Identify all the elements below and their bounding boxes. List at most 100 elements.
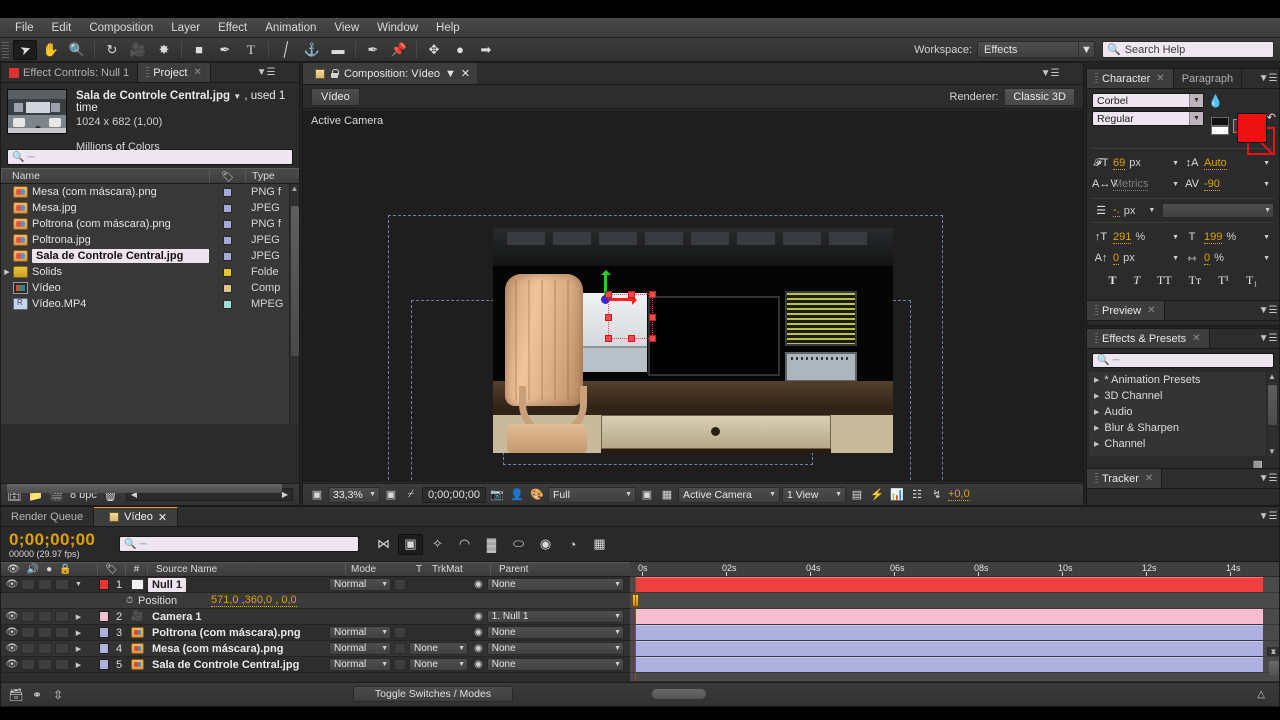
preserve-transparency-switch[interactable] — [391, 659, 409, 670]
disclosure-icon[interactable]: ▶ — [1094, 440, 1099, 448]
menu-edit[interactable]: Edit — [43, 20, 81, 36]
tsume-field[interactable]: ⇿ 0 % ▼ — [1183, 252, 1274, 265]
lock-switch[interactable] — [55, 611, 69, 622]
timeline-ruler[interactable]: 0s 02s 04s 06s 08s 10s 12s 14s — [630, 562, 1279, 577]
current-timecode[interactable]: 0;00;00;00 — [9, 530, 119, 550]
scroll-up-icon[interactable]: ▲ — [1267, 372, 1277, 381]
live-update-icon[interactable]: ⋈ — [371, 534, 396, 555]
chevron-down-icon[interactable]: ▼ — [1263, 255, 1274, 262]
puppet-pin-tool[interactable]: 📌 — [387, 40, 411, 60]
label-swatch[interactable] — [209, 299, 245, 309]
menu-composition[interactable]: Composition — [80, 20, 162, 36]
preview-panel-menu[interactable]: ▼☰ — [1257, 301, 1279, 320]
project-list-item[interactable]: ▶ Solids Folde — [1, 264, 299, 280]
pixel-aspect-icon[interactable]: ▤ — [848, 486, 866, 503]
current-time-indicator[interactable] — [635, 577, 636, 681]
vertical-scale-value[interactable]: 291 — [1113, 231, 1132, 244]
pen-tool[interactable]: ✒ — [213, 40, 237, 60]
brainstorm-icon[interactable]: ⬭ — [506, 534, 531, 555]
parent-select[interactable]: 1. Null 1 ▼ — [486, 610, 624, 623]
tracking-field[interactable]: AV -90 ▼ — [1183, 178, 1274, 191]
lock-icon[interactable] — [330, 68, 339, 79]
comp-family-icon[interactable]: 🗃 — [8, 688, 24, 702]
show-snapshot-icon[interactable]: 👤 — [508, 486, 526, 503]
chevron-down-icon[interactable]: ▼ — [1172, 234, 1183, 241]
scroll-thumb[interactable] — [7, 484, 282, 493]
project-vscrollbar[interactable]: ▲ — [289, 184, 299, 424]
kerning-value[interactable]: Metrics — [1113, 178, 1149, 191]
preserve-transparency-switch[interactable] — [391, 627, 409, 638]
horizontal-scale-value[interactable]: 199 — [1204, 231, 1223, 244]
shape-tool[interactable]: ■ — [187, 40, 211, 60]
swap-colors-icon[interactable]: ↶ — [1267, 111, 1276, 124]
lock-switch[interactable] — [55, 659, 69, 670]
column-trkmat[interactable]: TrkMat — [428, 564, 490, 575]
hide-shy-layers-icon[interactable]: ✧ — [425, 534, 450, 555]
scroll-thumb[interactable] — [652, 689, 706, 699]
audio-switch[interactable] — [21, 579, 35, 590]
chevron-down-icon[interactable]: ▼ — [1263, 160, 1274, 167]
timeline-vscrollbar[interactable]: ▲ ▼ — [1267, 647, 1279, 675]
lr-mode-select[interactable]: Normal ▼ — [329, 578, 391, 591]
project-item-list[interactable]: Mesa (com máscara).png PNG f Mesa.jpg JPEG P… — [1, 184, 299, 424]
scroll-down-icon[interactable]: ▼ — [1268, 647, 1279, 656]
menu-effect[interactable]: Effect — [209, 20, 256, 36]
magnification-select[interactable]: 33,3% ▼ — [328, 486, 380, 503]
scroll-thumb[interactable] — [1268, 385, 1277, 425]
lr-mode-select[interactable]: Normal ▼ — [329, 642, 391, 655]
chevron-down-icon[interactable]: ▼ — [1148, 207, 1159, 214]
superscript-button[interactable]: T¹ — [1218, 273, 1229, 288]
timeline-icon[interactable]: 📊 — [888, 486, 906, 503]
menu-help[interactable]: Help — [427, 20, 469, 36]
fast-previews-icon[interactable]: ⚡ — [868, 486, 886, 503]
label-swatch[interactable] — [209, 267, 245, 277]
close-icon[interactable]: ✕ — [158, 511, 167, 524]
always-preview-icon[interactable]: ▣ — [308, 486, 326, 503]
lock-switch[interactable] — [55, 643, 69, 654]
font-family-select[interactable]: Corbel ▼ — [1092, 93, 1204, 108]
view-layout-select[interactable]: 1 View ▼ — [782, 486, 846, 503]
timeline-track-row[interactable] — [630, 625, 1279, 641]
leading-field[interactable]: ↕A Auto ▼ — [1183, 157, 1274, 170]
font-size-value[interactable]: 69 — [1113, 157, 1126, 170]
layer-source[interactable]: Poltrona (com máscara).png — [128, 626, 326, 640]
label-swatch[interactable] — [209, 187, 245, 197]
layer-source[interactable]: 🎥 Camera 1 — [128, 610, 326, 624]
pick-whip-icon[interactable]: ◉ — [474, 611, 483, 622]
preserve-transparency-switch[interactable] — [391, 643, 409, 654]
graph-toggle-icon[interactable]: ⇳ — [50, 688, 66, 702]
layer-source[interactable]: Null 1 — [128, 577, 326, 592]
timeline-hscrollbar[interactable]: △ — [630, 688, 1265, 700]
font-style-select[interactable]: Regular ▼ — [1092, 111, 1204, 126]
comp-button-icon[interactable]: ▦ — [587, 534, 612, 555]
scroll-thumb[interactable] — [291, 206, 299, 356]
project-list-item[interactable]: Poltrona (com máscara).png PNG f — [1, 216, 299, 232]
label-swatch[interactable] — [209, 251, 245, 261]
renderer-value[interactable]: Classic 3D — [1004, 87, 1075, 106]
tab-render-queue[interactable]: Render Queue — [1, 507, 95, 526]
effects-category-item[interactable]: ▶ 3D Channel — [1089, 388, 1277, 404]
layer-duration-bar[interactable] — [635, 625, 1263, 640]
menu-animation[interactable]: Animation — [256, 20, 325, 36]
timeline-search-input[interactable]: 🔍 ─ — [119, 536, 359, 552]
tab-effect-controls[interactable]: Effect Controls: Null 1 — [1, 63, 139, 82]
toggle-transparency-icon[interactable]: ⌿ — [402, 486, 420, 503]
3d-axis-gizmo[interactable] — [584, 270, 656, 348]
layer-label-color[interactable] — [97, 627, 110, 638]
breadcrumb[interactable]: Vídeo — [311, 87, 360, 106]
workspace-select[interactable]: Effects ▼ — [977, 41, 1095, 58]
close-icon[interactable]: ✕ — [1147, 305, 1155, 316]
leading-value[interactable]: Auto — [1204, 157, 1227, 170]
layer-property-row[interactable]: ⏱ Position 571,0 ,360,0 , 0,0 — [1, 593, 630, 609]
effects-category-list[interactable]: ▶ * Animation Presets ▶ 3D Channel ▶ Audio ▶ Bl… — [1089, 372, 1277, 456]
effects-category-item[interactable]: ▶ Blur & Sharpen — [1089, 420, 1277, 436]
vertical-scale-field[interactable]: ↑T 291 % ▼ — [1092, 231, 1183, 244]
faux-italic-button[interactable]: T — [1133, 273, 1140, 288]
close-icon[interactable]: ✕ — [1156, 73, 1164, 84]
timeline-layer-list[interactable]: 👁 ▼ 1 Null 1 Normal ▼ ◉ None ▼ ⏱ Position 571,0 ,36… — [1, 577, 630, 681]
video-visibility-icon[interactable]: 👁 — [5, 643, 19, 654]
project-list-item[interactable]: Mesa (com máscara).png PNG f — [1, 184, 299, 200]
pick-whip-icon[interactable]: ◉ — [474, 643, 483, 654]
menu-file[interactable]: File — [6, 20, 43, 36]
composition-panel-menu[interactable]: ▼☰ — [1039, 63, 1061, 84]
